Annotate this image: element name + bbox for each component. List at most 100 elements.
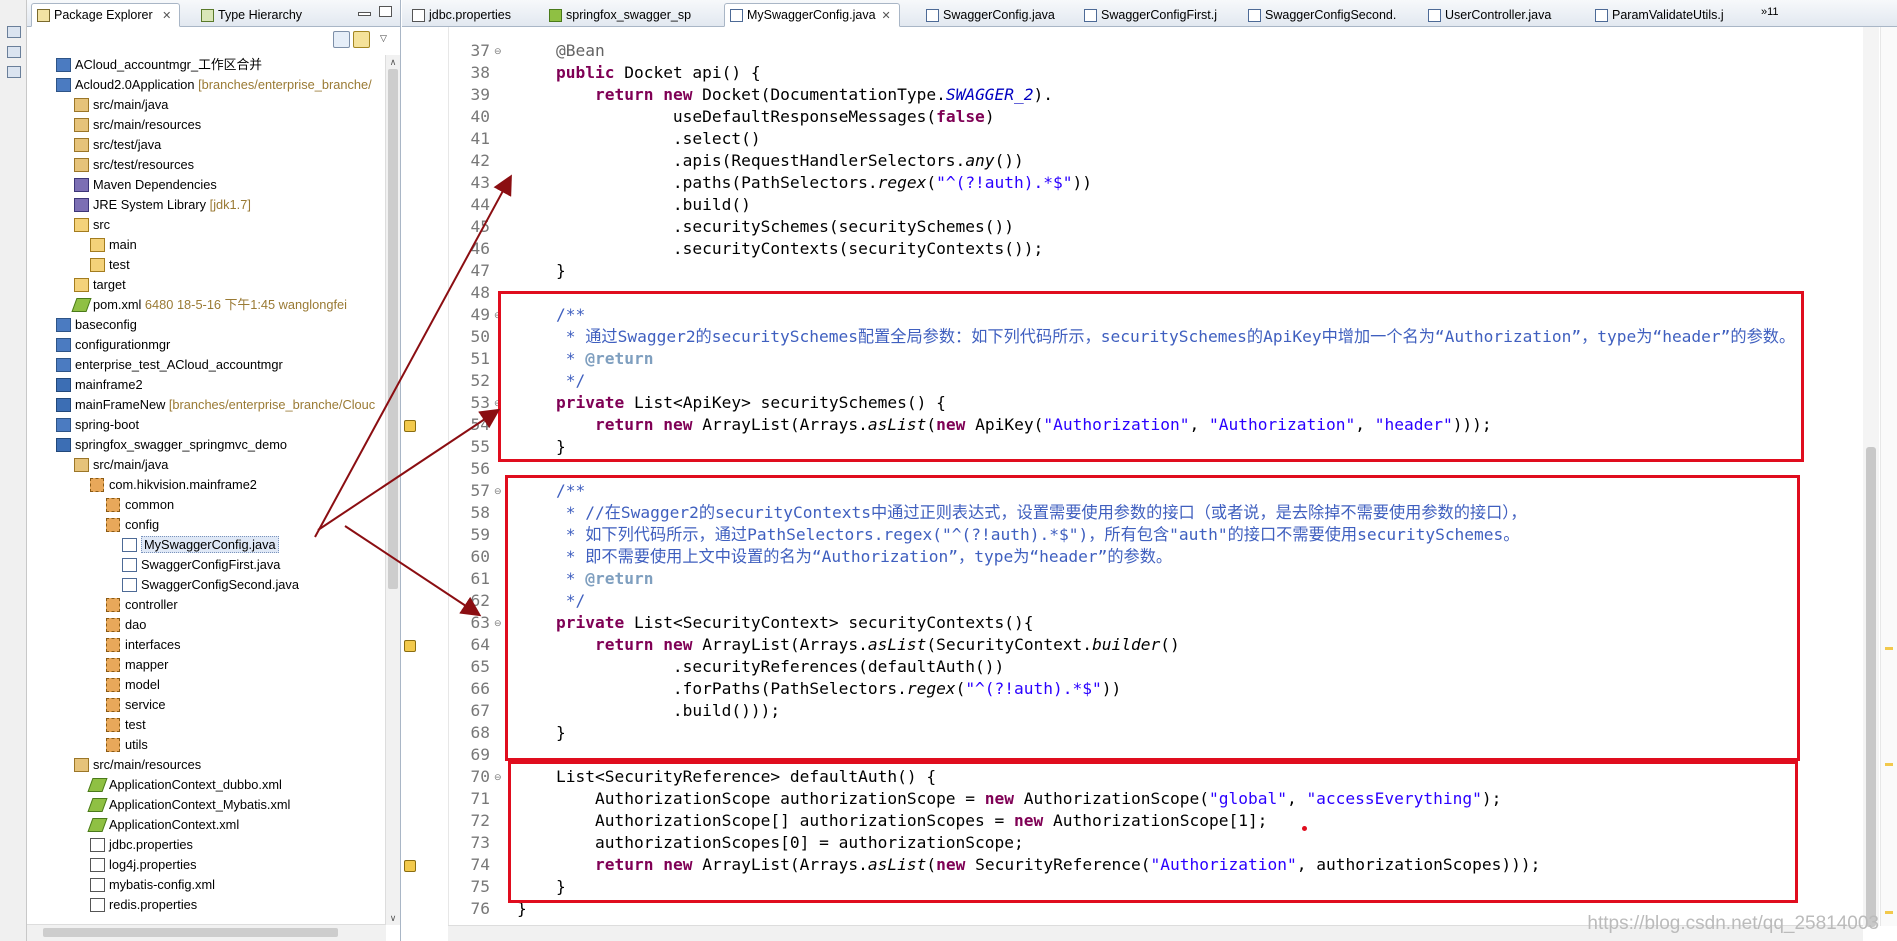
tree-item[interactable]: mainFrameNew [branches/enterprise_branch… <box>56 395 375 414</box>
tree-item-label: src/main/resources <box>93 117 202 132</box>
tab-package-explorer[interactable]: Package Explorer ✕ <box>31 3 181 27</box>
tree-item[interactable]: config <box>106 515 159 534</box>
warning-icon[interactable] <box>404 640 416 652</box>
editor-tab[interactable]: jdbc.properties <box>406 3 520 27</box>
editor-tab[interactable]: SwaggerConfigSecond. <box>1242 3 1405 27</box>
warning-icon[interactable] <box>404 860 416 872</box>
tree-item[interactable]: utils <box>106 735 148 754</box>
more-tabs-button[interactable]: »11 <box>1761 6 1779 18</box>
tree-item[interactable]: ApplicationContext_Mybatis.xml <box>87 795 290 814</box>
fold-toggle-icon[interactable]: ⊖ <box>494 40 502 62</box>
editor-tab[interactable]: SwaggerConfig.java <box>920 3 1064 27</box>
file-icon <box>412 9 425 22</box>
tree-item[interactable]: configurationmgr <box>56 335 170 354</box>
line-number: 53 <box>470 393 491 412</box>
warning-marker[interactable] <box>1885 911 1893 914</box>
tree-item[interactable]: Maven Dependencies <box>74 175 217 194</box>
tree-item[interactable]: dao <box>106 615 146 634</box>
tree-horizontal-scrollbar[interactable] <box>27 924 386 941</box>
tab-type-hierarchy[interactable]: Type Hierarchy <box>195 3 311 27</box>
scroll-thumb[interactable] <box>388 69 398 589</box>
file-icon <box>549 9 562 22</box>
tree-item[interactable]: mainframe2 <box>56 375 143 394</box>
tree-item[interactable]: redis.properties <box>90 895 197 914</box>
line-number: 60 <box>470 547 491 566</box>
minimize-icon[interactable] <box>358 12 371 16</box>
tree-item[interactable]: src <box>74 215 110 234</box>
editor-tab[interactable]: MySwaggerConfig.java ✕ <box>724 3 900 27</box>
tree-vertical-scrollbar[interactable]: ∧ ∨ <box>385 55 400 925</box>
tree-item-label: log4j.properties <box>109 857 197 872</box>
tree-item[interactable]: springfox_swagger_springmvc_demo <box>56 435 287 454</box>
tree-item[interactable]: MySwaggerConfig.java <box>122 535 279 554</box>
maximize-icon[interactable] <box>379 6 392 17</box>
tree-item[interactable]: ApplicationContext_dubbo.xml <box>87 775 282 794</box>
tree-item[interactable]: mybatis-config.xml <box>90 875 215 894</box>
tree-item[interactable]: service <box>106 695 166 714</box>
tree-item[interactable]: model <box>106 675 160 694</box>
tree-item[interactable]: src/test/java <box>74 135 161 154</box>
tree-item[interactable]: com.hikvision.mainframe2 <box>90 475 257 494</box>
tree-item[interactable]: baseconfig <box>56 315 137 334</box>
line-number: 64 <box>470 635 491 654</box>
editor-tab[interactable]: ParamValidateUtils.j <box>1589 3 1733 27</box>
editor-tab[interactable]: springfox_swagger_sp <box>543 3 700 27</box>
tree-item[interactable]: JRE System Library [jdk1.7] <box>74 195 251 214</box>
scroll-thumb[interactable] <box>1866 447 1876 927</box>
tree-item[interactable]: Acloud2.0Application [branches/enterpris… <box>56 75 372 94</box>
fold-toggle-icon[interactable]: ⊖ <box>494 766 502 788</box>
warning-marker[interactable] <box>1885 763 1893 766</box>
tree-item[interactable]: mapper <box>106 655 168 674</box>
view-menu-icon[interactable]: ▽ <box>380 33 387 44</box>
fold-toggle-icon[interactable]: ⊖ <box>494 480 502 502</box>
tree-item[interactable]: controller <box>106 595 178 614</box>
tree-item[interactable]: spring-boot <box>56 415 139 434</box>
fold-toggle-icon[interactable]: ⊖ <box>494 612 502 634</box>
tree-item[interactable]: test <box>90 255 130 274</box>
editor-tab[interactable]: UserController.java <box>1422 3 1560 27</box>
tree-item[interactable]: common <box>106 495 174 514</box>
tree-item[interactable]: log4j.properties <box>90 855 197 874</box>
lib-icon <box>74 198 89 212</box>
scroll-up-icon[interactable]: ∧ <box>386 55 400 69</box>
warning-marker[interactable] <box>1885 647 1893 650</box>
code-line: useDefaultResponseMessages(false) <box>517 106 995 128</box>
tree-item[interactable]: src/main/resources <box>74 115 202 134</box>
scroll-thumb[interactable] <box>43 928 338 937</box>
pkg-icon <box>106 698 120 712</box>
tree-item[interactable]: src/test/resources <box>74 155 194 174</box>
pkg-icon <box>106 618 120 632</box>
tree-item[interactable]: ApplicationContext.xml <box>87 815 239 834</box>
tree-item[interactable]: test <box>106 715 146 734</box>
editor-vertical-scrollbar[interactable] <box>1863 27 1879 927</box>
line-number: 69 <box>470 745 491 764</box>
tree-item[interactable]: src/main/resources <box>74 755 201 774</box>
scroll-down-icon[interactable]: ∨ <box>386 911 400 925</box>
tree-item[interactable]: interfaces <box>106 635 180 654</box>
tree-item[interactable]: jdbc.properties <box>90 835 193 854</box>
src-icon <box>74 458 89 472</box>
type-view-icon[interactable] <box>7 66 21 78</box>
package-view-icon[interactable] <box>7 46 21 58</box>
collapse-all-icon[interactable] <box>333 31 350 48</box>
link-with-editor-icon[interactable] <box>353 31 370 48</box>
tree-item[interactable]: enterprise_test_ACloud_accountmgr <box>56 355 283 374</box>
folder-icon <box>74 218 89 232</box>
close-icon[interactable]: ✕ <box>882 10 891 22</box>
tree-item[interactable]: pom.xml 6480 18-5-16 下午1:45 wanglongfei <box>71 295 347 314</box>
tree-item[interactable]: ACloud_accountmgr_工作区合并 <box>56 55 262 74</box>
close-icon[interactable]: ✕ <box>162 10 171 22</box>
code-token: Docket api() { <box>614 63 761 82</box>
tree-item[interactable]: target <box>74 275 126 294</box>
warning-icon[interactable] <box>404 420 416 432</box>
editor-tab[interactable]: SwaggerConfigFirst.j <box>1078 3 1226 27</box>
tree-item[interactable]: SwaggerConfigFirst.java <box>122 555 280 574</box>
tree-item[interactable]: src/main/java <box>74 455 168 474</box>
tree-item[interactable]: main <box>90 235 137 254</box>
restore-icon[interactable] <box>7 26 21 38</box>
line-number: 39 <box>470 85 491 104</box>
tree-item[interactable]: src/main/java <box>74 95 168 114</box>
lib-icon <box>74 178 89 192</box>
line-number: 41 <box>470 129 491 148</box>
tree-item[interactable]: SwaggerConfigSecond.java <box>122 575 299 594</box>
